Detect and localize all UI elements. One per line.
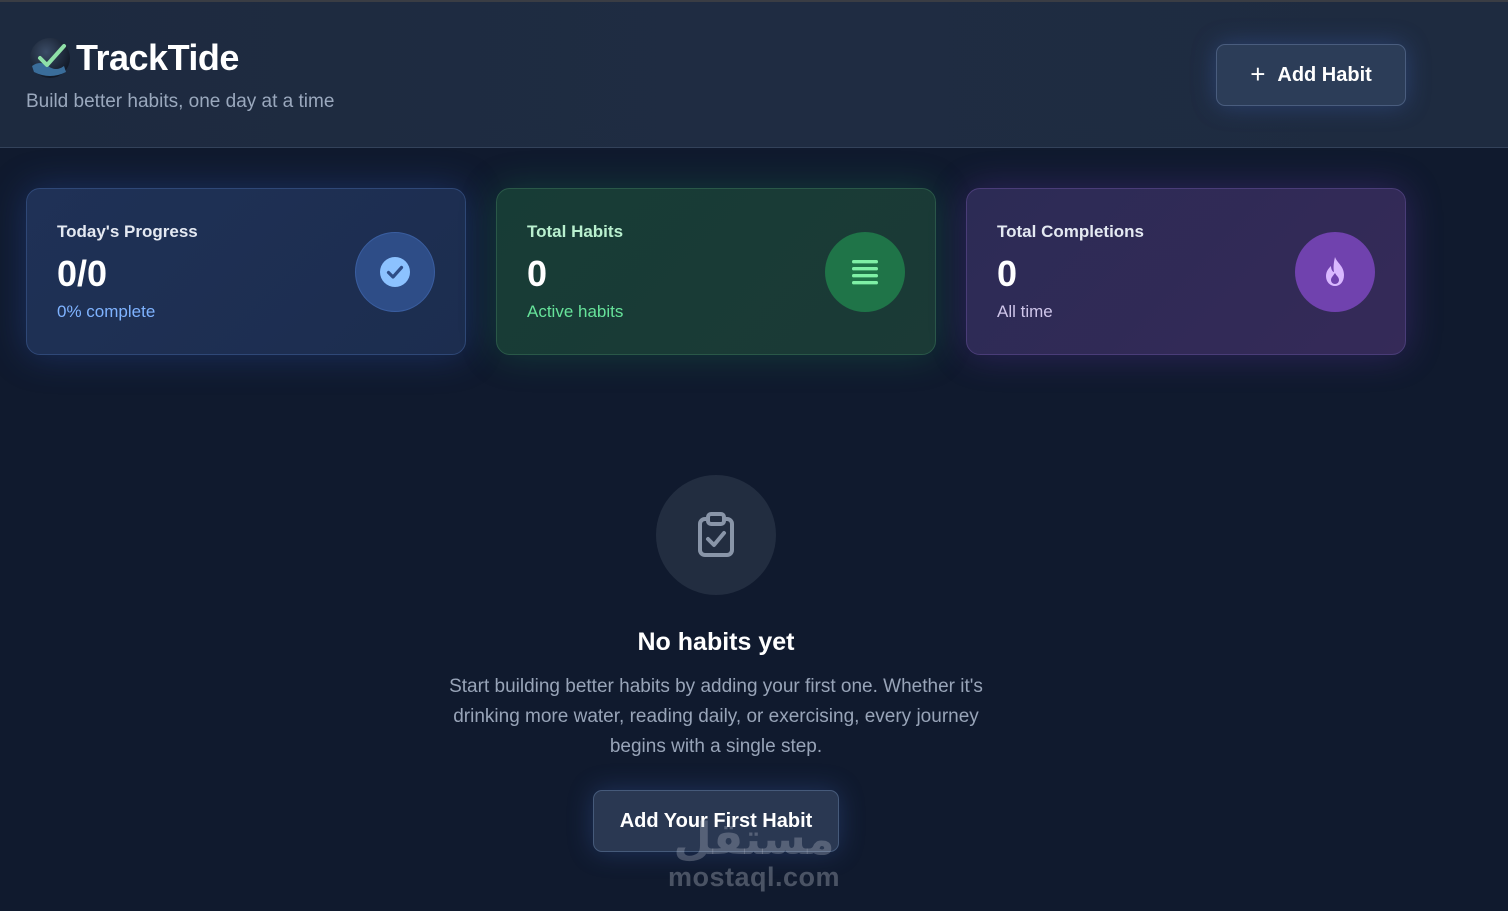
- stat-card-todays-progress: Today's Progress 0/0 0% complete: [26, 188, 466, 355]
- stat-label: Total Habits: [527, 222, 624, 241]
- fire-icon: [1295, 232, 1375, 312]
- empty-state-description: Start building better habits by adding y…: [449, 676, 983, 757]
- stat-subtext: All time: [997, 302, 1053, 321]
- stat-value: 0: [997, 253, 1018, 294]
- app-header: TrackTide Build better habits, one day a…: [0, 2, 1508, 148]
- add-first-habit-button[interactable]: Add Your First Habit: [593, 790, 839, 852]
- wave-check-logo-icon: [28, 36, 72, 80]
- watermark-latin: mostaql.com: [667, 862, 841, 892]
- add-first-habit-label: Add Your First Habit: [619, 809, 813, 832]
- stat-card-total-habits: Total Habits 0 Active habits: [496, 188, 936, 355]
- empty-state-title: No habits yet: [637, 628, 795, 656]
- list-icon: [825, 232, 905, 312]
- add-habit-label: Add Habit: [1277, 63, 1372, 86]
- stat-label: Today's Progress: [57, 222, 198, 241]
- stat-subtext: 0% complete: [57, 302, 156, 321]
- clipboard-check-icon: [656, 475, 776, 595]
- app-tagline: Build better habits, one day at a time: [26, 91, 335, 112]
- stat-value: 0: [527, 253, 548, 294]
- add-habit-button[interactable]: + Add Habit: [1216, 44, 1406, 106]
- stat-subtext: Active habits: [527, 302, 624, 321]
- stat-label: Total Completions: [997, 222, 1145, 241]
- plus-icon: +: [1250, 58, 1266, 89]
- stat-card-total-completions: Total Completions 0 All time: [966, 188, 1406, 355]
- stat-value: 0/0: [57, 253, 108, 294]
- check-circle-icon: [355, 232, 435, 312]
- app-title: TrackTide: [76, 37, 239, 78]
- brand: TrackTide: [28, 36, 239, 80]
